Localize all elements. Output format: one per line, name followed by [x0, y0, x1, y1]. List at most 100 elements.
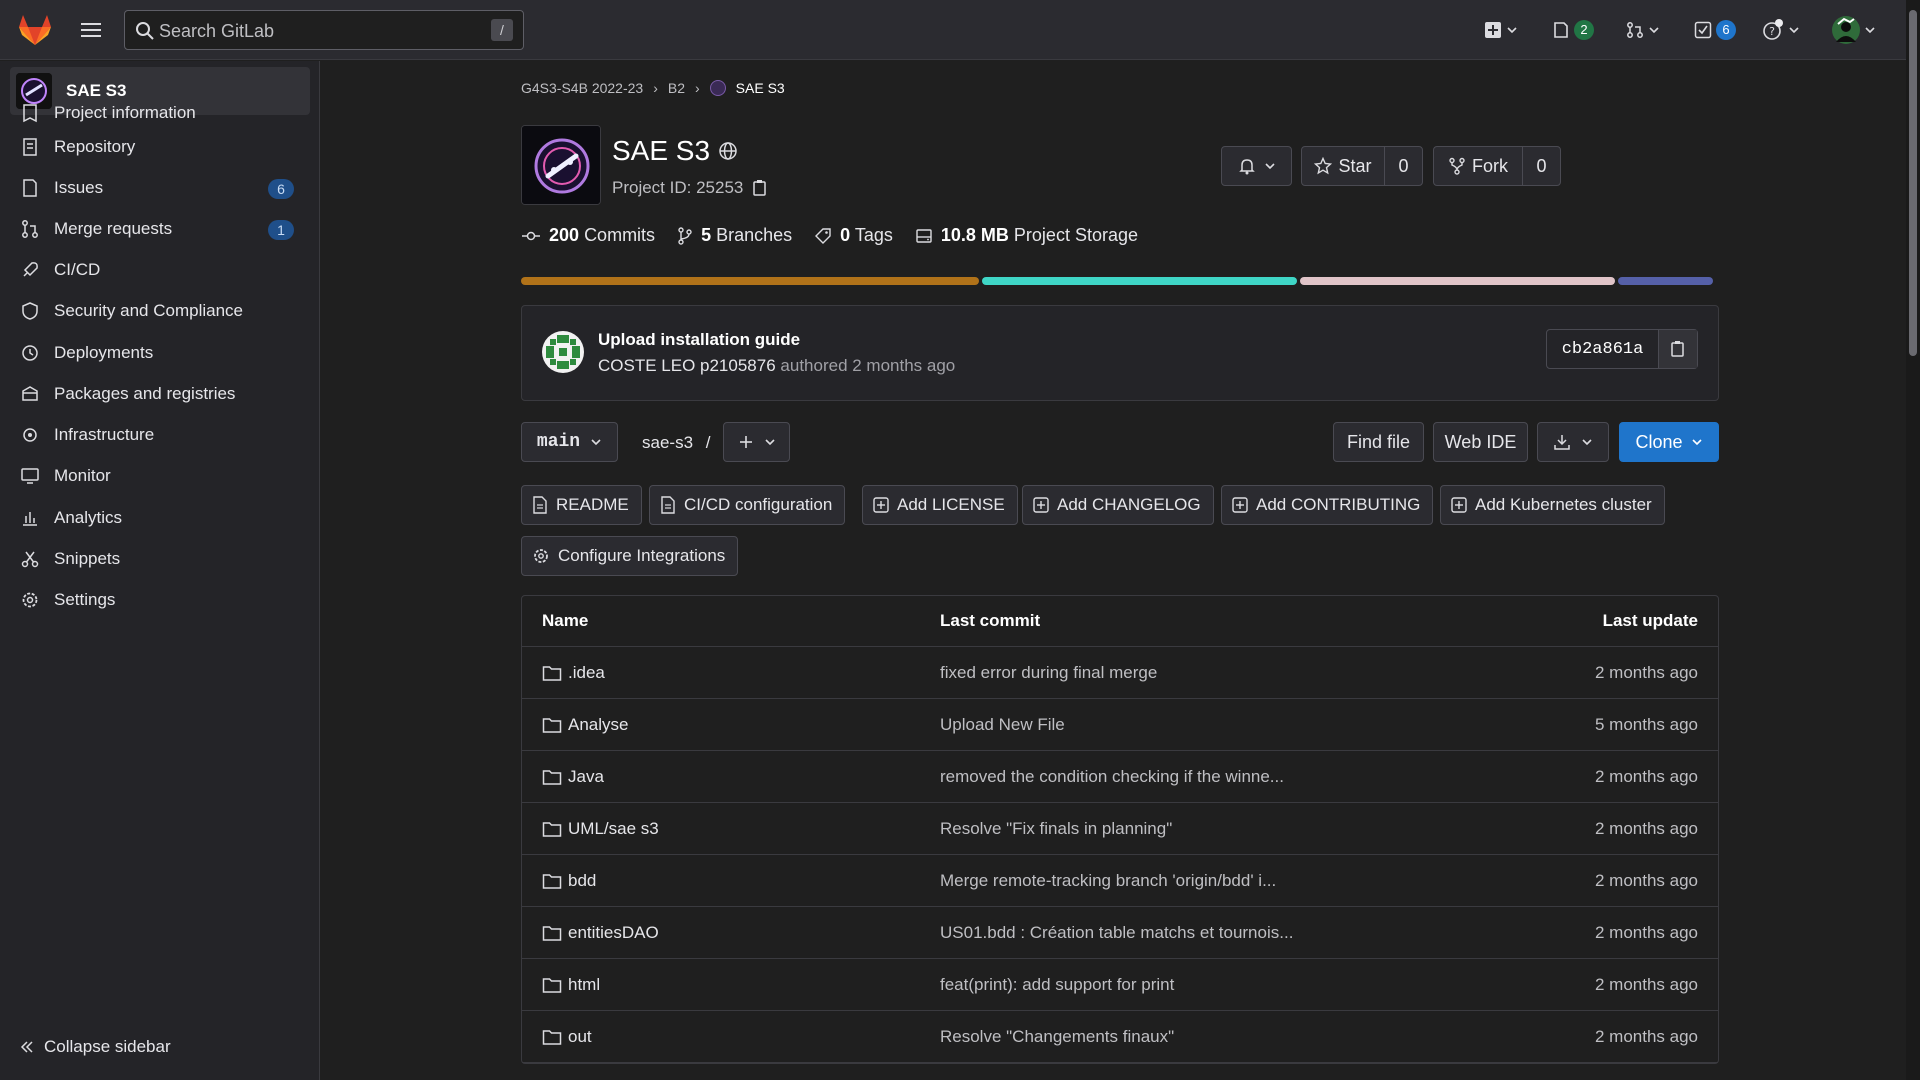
commit-author-link[interactable]: COSTE LEO p2105876: [598, 356, 776, 375]
fork-button[interactable]: Fork 0: [1433, 146, 1561, 186]
file-name-link[interactable]: out: [542, 1011, 592, 1062]
copy-icon: [1671, 341, 1684, 357]
collapse-sidebar-button[interactable]: Collapse sidebar: [20, 1037, 171, 1057]
language-segment[interactable]: [521, 277, 979, 285]
breadcrumb-current[interactable]: SAE S3: [736, 80, 785, 96]
configure-integrations-button[interactable]: Configure Integrations: [521, 536, 739, 576]
sidebar-item-analytics[interactable]: Analytics: [20, 500, 300, 536]
user-menu-dropdown[interactable]: [1832, 16, 1876, 44]
table-row: entitiesDAO US01.bdd : Création table mat…: [522, 907, 1718, 959]
table-row: html feat(print): add support for print 2 …: [522, 959, 1718, 1011]
tags-count: 0: [840, 225, 851, 245]
repo-root-link[interactable]: sae-s3: [642, 433, 693, 452]
commits-label: Commits: [584, 225, 656, 245]
star-count[interactable]: 0: [1385, 147, 1422, 185]
file-name: Analyse: [568, 714, 629, 734]
last-commit-link[interactable]: removed the condition checking if the wi…: [940, 751, 1284, 802]
sidebar-item-project-information[interactable]: Project information: [20, 95, 300, 131]
file-name-link[interactable]: Java: [542, 751, 604, 802]
language-segment[interactable]: [1617, 277, 1714, 285]
sidebar-item-merge-requests[interactable]: Merge requests 1: [20, 211, 300, 247]
sidebar-item-security-and-compliance[interactable]: Security and Compliance: [20, 293, 300, 329]
gitlab-logo-icon[interactable]: [18, 14, 52, 46]
sidebar-item-infrastructure[interactable]: Infrastructure: [20, 417, 300, 453]
star-button[interactable]: Star 0: [1301, 146, 1423, 186]
commits-stat[interactable]: 200 Commits: [521, 225, 655, 246]
sidebar-item-packages-and-registries[interactable]: Packages and registries: [20, 376, 300, 412]
last-commit-link[interactable]: US01.bdd : Création table matchs et tour…: [940, 907, 1293, 958]
avatar: [1832, 16, 1860, 44]
clone-dropdown[interactable]: Clone: [1619, 422, 1719, 462]
branches-stat[interactable]: 5 Branches: [677, 225, 792, 246]
commit-author-avatar[interactable]: [542, 331, 584, 373]
last-update-time: 2 months ago: [1594, 818, 1698, 838]
breadcrumb-group-link[interactable]: G4S3-S4B 2022-23: [521, 80, 643, 96]
sidebar-item-monitor[interactable]: Monitor: [20, 458, 300, 494]
last-update-time: 2 months ago: [1594, 766, 1698, 786]
file-name-link[interactable]: .idea: [542, 647, 605, 698]
sidebar-item-issues[interactable]: Issues 6: [20, 170, 300, 206]
language-segment[interactable]: [1299, 277, 1615, 285]
last-commit-link[interactable]: Upload New File: [940, 699, 1065, 750]
last-commit-link[interactable]: Resolve "Changements finaux": [940, 1011, 1174, 1062]
folder-icon: [542, 924, 562, 942]
file-name: Java: [568, 766, 604, 786]
file-name-link[interactable]: Analyse: [542, 699, 628, 750]
sidebar-item-snippets[interactable]: Snippets: [20, 541, 300, 577]
branch-selector[interactable]: main: [521, 422, 618, 462]
scrollbar-thumb[interactable]: [1909, 10, 1917, 356]
storage-stat[interactable]: 10.8 MB Project Storage: [915, 225, 1138, 246]
add-to-tree-dropdown[interactable]: [723, 422, 790, 462]
last-commit-link[interactable]: Merge remote-tracking branch 'origin/bdd…: [940, 855, 1276, 906]
language-segment[interactable]: [981, 277, 1297, 285]
help-dropdown[interactable]: ?: [1762, 16, 1800, 44]
last-commit-link[interactable]: fixed error during final merge: [940, 647, 1157, 698]
file-name: entitiesDAO: [568, 922, 659, 942]
search-input[interactable]: Search GitLab /: [124, 10, 524, 50]
web-ide-button[interactable]: Web IDE: [1433, 422, 1528, 462]
file-name-link[interactable]: html: [542, 959, 600, 1010]
notification-dropdown[interactable]: [1221, 146, 1292, 186]
todos-button[interactable]: 6: [1694, 16, 1736, 44]
file-name-link[interactable]: bdd: [542, 855, 596, 906]
find-file-button[interactable]: Find file: [1333, 422, 1424, 462]
table-row: out Resolve "Changements finaux" 2 months …: [522, 1011, 1718, 1063]
readme-button[interactable]: README: [521, 485, 642, 525]
fork-count[interactable]: 0: [1523, 147, 1560, 185]
add-kubernetes-cluster-button[interactable]: Add Kubernetes cluster: [1440, 485, 1665, 525]
ci-cd-configuration-button[interactable]: CI/CD configuration: [649, 485, 846, 525]
copy-sha-button[interactable]: [1659, 330, 1697, 368]
last-commit-link[interactable]: feat(print): add support for print: [940, 959, 1174, 1010]
sidebar-item-settings[interactable]: Settings: [20, 582, 300, 618]
file-name-link[interactable]: UML/sae s3: [542, 803, 659, 854]
project-logo: [521, 125, 601, 205]
last-commit-link[interactable]: Resolve "Fix finals in planning": [940, 803, 1172, 854]
add-changelog-button[interactable]: Add CHANGELOG: [1022, 485, 1214, 525]
file-name-link[interactable]: entitiesDAO: [542, 907, 659, 958]
collapse-sidebar-label: Collapse sidebar: [44, 1037, 171, 1056]
repository-languages-bar[interactable]: [521, 277, 1719, 285]
add-contributing-button[interactable]: Add CONTRIBUTING: [1221, 485, 1434, 525]
download-dropdown[interactable]: [1537, 422, 1609, 462]
commit-sha-link[interactable]: cb2a861a: [1547, 330, 1659, 368]
page-scrollbar[interactable]: [1906, 0, 1920, 1080]
assigned-issues-button[interactable]: 2: [1552, 16, 1594, 44]
copy-icon[interactable]: [751, 179, 769, 197]
chevron-down-icon: [1507, 27, 1517, 34]
sidebar-item-deployments[interactable]: Deployments: [20, 335, 300, 371]
search-placeholder: Search GitLab: [159, 21, 275, 41]
table-row: .idea fixed error during final merge 2 mon…: [522, 647, 1718, 699]
sidebar-item-ci-cd[interactable]: CI/CD: [20, 252, 300, 288]
breadcrumb-subgroup-link[interactable]: B2: [668, 80, 685, 96]
tags-stat[interactable]: 0 Tags: [814, 225, 893, 246]
merge-requests-dropdown[interactable]: [1626, 16, 1660, 44]
sidebar-item-repository[interactable]: Repository: [20, 129, 300, 165]
create-new-dropdown[interactable]: [1484, 16, 1518, 44]
file-name: UML/sae s3: [568, 818, 659, 838]
project-stats: 200 Commits 5 Branches 0 Tags 10.8 MB Pr…: [521, 225, 1138, 246]
commit-message-link[interactable]: Upload installation guide: [598, 330, 800, 350]
add-license-button[interactable]: Add LICENSE: [862, 485, 1018, 525]
menu-icon[interactable]: [78, 17, 104, 43]
rocket-icon: [23, 262, 38, 277]
globe-icon: [719, 142, 737, 160]
